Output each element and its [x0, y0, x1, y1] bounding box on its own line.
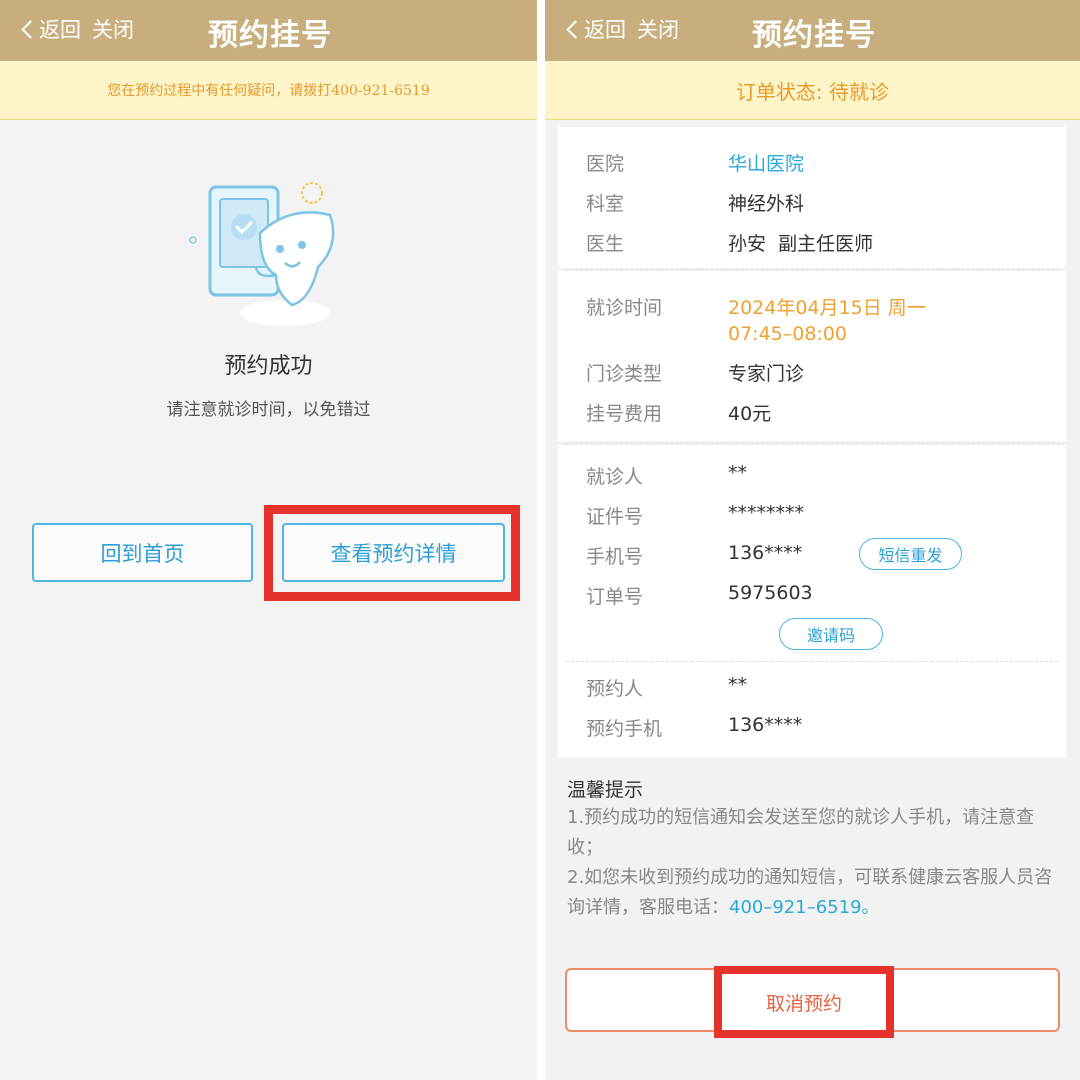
- tips-title: 温馨提示: [567, 779, 644, 801]
- clinic-type-value: 专家门诊: [728, 363, 805, 385]
- order-status-text: 订单状态: 待就诊: [735, 79, 890, 104]
- hospital-link[interactable]: 华山医院: [728, 149, 804, 176]
- tip-2: 2.如您未收到预约成功的通知短信，可联系健康云客服人员咨询详情，客服电话：400…: [567, 863, 1057, 923]
- tip-1: 1.预约成功的短信通知会发送至您的就诊人手机，请注意查收；: [567, 807, 1035, 858]
- invite-code-button[interactable]: 邀请码: [779, 618, 883, 650]
- nav-bar: 返回 关闭 预约挂号: [545, 0, 1080, 61]
- sms-resend-button[interactable]: 短信重发: [859, 538, 962, 570]
- chevron-left-icon: [566, 19, 585, 39]
- back-button[interactable]: 返回: [565, 14, 626, 44]
- booker-value: **: [728, 674, 747, 696]
- success-subtitle: 请注意就诊时间，以免错过: [166, 400, 371, 420]
- help-notice-banner: 您在预约过程中有任何疑问，请拨打400-921-6519: [0, 61, 537, 120]
- back-button[interactable]: 返回: [20, 14, 81, 44]
- appointment-detail-screen: 返回 关闭 预约挂号 订单状态: 待就诊 医院 华山医院 科室 神经外科 医生 …: [545, 0, 1080, 1080]
- patient-info-card: 就诊人 ** 证件号 ******** 手机号 136**** 短信重发 订单号…: [558, 445, 1066, 757]
- divider: [565, 443, 1060, 444]
- visit-date-value: 2024年04月15日 周一: [728, 297, 926, 319]
- divider: [566, 661, 1058, 662]
- cancel-appointment-button[interactable]: 取消预约: [714, 966, 894, 1038]
- fee-label: 挂号费用: [586, 403, 663, 425]
- patient-label: 就诊人: [586, 466, 644, 488]
- doctor-label: 医生: [586, 233, 625, 255]
- visit-time-value: 07:45–08:00: [728, 323, 848, 345]
- booker-phone-label: 预约手机: [586, 718, 663, 740]
- booker-phone-value: 136****: [728, 714, 803, 736]
- booker-label: 预约人: [586, 678, 644, 700]
- customer-service-phone-link[interactable]: 400–921–6519: [729, 897, 862, 918]
- hospital-label: 医院: [586, 153, 625, 175]
- back-label: 返回: [584, 18, 626, 42]
- id-number-value: ********: [728, 502, 804, 524]
- view-appointment-detail-button[interactable]: 查看预约详情: [282, 523, 505, 582]
- visit-time-label: 就诊时间: [586, 297, 663, 319]
- tips-text: 1.预约成功的短信通知会发送至您的就诊人手机，请注意查收； 2.如您未收到预约成…: [567, 803, 1057, 923]
- id-number-label: 证件号: [586, 506, 644, 528]
- clinic-type-label: 门诊类型: [586, 363, 663, 385]
- fee-value: 40元: [728, 403, 772, 425]
- cancel-appointment-label: 取消预约: [765, 992, 842, 1015]
- nav-bar: 返回 关闭 预约挂号: [0, 0, 537, 61]
- success-illustration: [189, 182, 335, 326]
- hospital-info-card: 医院 华山医院 科室 神经外科 医生 孙安 副主任医师: [558, 127, 1066, 268]
- page-title: 预约挂号: [208, 18, 332, 53]
- success-title: 预约成功: [224, 354, 313, 379]
- divider: [565, 269, 1060, 270]
- department-value: 神经外科: [728, 193, 805, 215]
- patient-value: **: [728, 462, 747, 484]
- close-button[interactable]: 关闭: [637, 14, 679, 44]
- phone-value: 136****: [728, 542, 803, 564]
- back-to-home-button[interactable]: 回到首页: [32, 523, 253, 582]
- order-number-label: 订单号: [586, 586, 644, 608]
- close-button[interactable]: 关闭: [92, 14, 134, 44]
- order-number-value: 5975603: [728, 582, 813, 604]
- success-screen: 返回 关闭 预约挂号 您在预约过程中有任何疑问，请拨打400-921-6519 …: [0, 0, 537, 1080]
- page-title: 预约挂号: [752, 18, 876, 53]
- help-notice-text: 您在预约过程中有任何疑问，请拨打400-921-6519: [107, 83, 430, 99]
- back-label: 返回: [39, 18, 81, 42]
- phone-label: 手机号: [586, 546, 644, 568]
- order-status-banner: 订单状态: 待就诊: [545, 61, 1080, 120]
- tip-2-end: 。: [861, 897, 880, 918]
- chevron-left-icon: [21, 19, 40, 39]
- visit-info-card: 就诊时间 2024年04月15日 周一 07:45–08:00 门诊类型 专家门…: [558, 271, 1066, 441]
- doctor-value: 孙安 副主任医师: [728, 233, 874, 255]
- department-label: 科室: [586, 193, 625, 215]
